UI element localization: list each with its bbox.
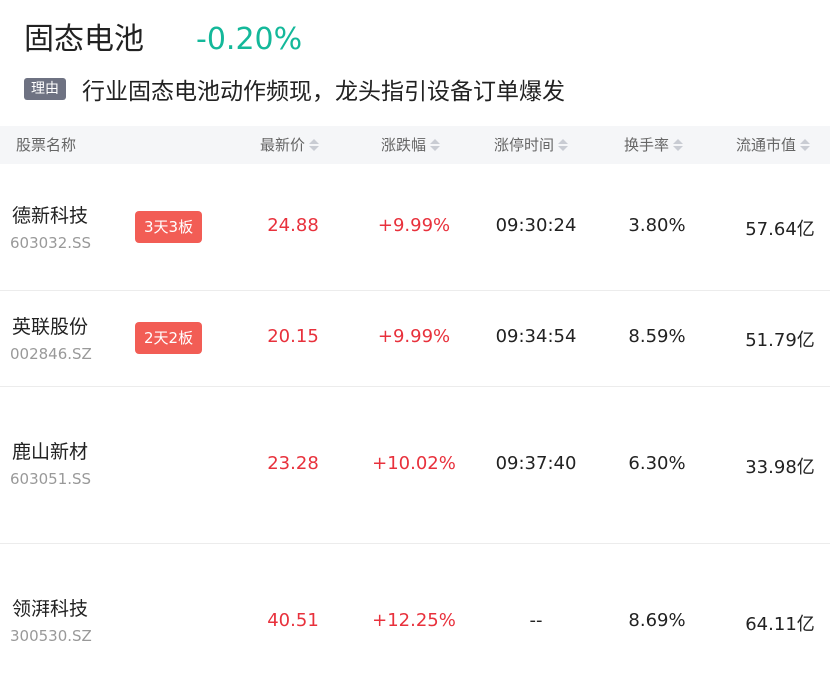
sort-icon[interactable] (558, 139, 569, 151)
latest-price: 24.88 (267, 215, 319, 236)
turnover-rate: 6.30% (628, 453, 686, 474)
stock-name: 鹿山新材 (12, 441, 89, 463)
stock-name: 英联股份 (12, 316, 89, 338)
column-header-name: 股票名称 (16, 136, 77, 154)
limit-streak-badge: 3天3板 (135, 211, 203, 243)
stock-code: 002846.SZ (10, 345, 92, 363)
turnover-rate: 3.80% (628, 215, 686, 236)
sort-icon[interactable] (430, 139, 441, 151)
sort-icon[interactable] (673, 139, 684, 151)
limit-up-time: 09:37:40 (495, 453, 577, 474)
turnover-rate: 8.59% (628, 326, 686, 347)
price-change: +10.02% (372, 453, 456, 474)
stock-name: 领湃科技 (12, 598, 89, 620)
sector-name[interactable]: 固态电池 (24, 14, 144, 58)
latest-price: 40.51 (267, 610, 319, 631)
sort-icon[interactable] (309, 139, 320, 151)
float-market-cap: 57.64亿 (745, 219, 815, 240)
reason-badge: 理由 (24, 78, 66, 100)
float-market-cap: 64.11亿 (745, 614, 815, 635)
limit-up-time: 09:34:54 (495, 326, 577, 347)
limit-streak-badge: 2天2板 (135, 322, 203, 354)
price-change: +9.99% (377, 215, 451, 236)
limit-up-time: 09:30:24 (495, 215, 577, 236)
stock-name: 德新科技 (12, 205, 89, 227)
stock-code: 603051.SS (10, 470, 92, 488)
float-market-cap: 51.79亿 (745, 330, 815, 351)
table-row[interactable]: 鹿山新材 603051.SS 23.28 +10.02% 09:37:40 6.… (0, 387, 830, 544)
column-header-limit-time[interactable]: 涨停时间 (494, 126, 569, 164)
table-row[interactable]: 德新科技 603032.SS 3天3板 24.88 +9.99% 09:30:2… (0, 164, 830, 291)
sector-header: 固态电池 -0.20% (24, 14, 302, 58)
sector-limit-up-page: 固态电池 -0.20% 理由 行业固态电池动作频现，龙头指引设备订单爆发 股票名… (0, 0, 830, 686)
reason-line: 理由 行业固态电池动作频现，龙头指引设备订单爆发 (24, 72, 565, 106)
table-header: 股票名称 最新价 涨跌幅 涨停时间 换手率 流通市值 (0, 126, 830, 164)
sector-change: -0.20% (196, 22, 303, 57)
latest-price: 23.28 (267, 453, 319, 474)
price-change: +9.99% (377, 326, 451, 347)
price-change: +12.25% (372, 610, 456, 631)
stock-code: 603032.SS (10, 234, 92, 252)
table-row[interactable]: 英联股份 002846.SZ 2天2板 20.15 +9.99% 09:34:5… (0, 291, 830, 387)
column-header-turnover[interactable]: 换手率 (624, 126, 684, 164)
stock-code: 300530.SZ (10, 627, 92, 645)
turnover-rate: 8.69% (628, 610, 686, 631)
sort-icon[interactable] (800, 139, 811, 151)
column-header-price[interactable]: 最新价 (260, 126, 320, 164)
column-header-change[interactable]: 涨跌幅 (381, 126, 441, 164)
latest-price: 20.15 (267, 326, 319, 347)
float-market-cap: 33.98亿 (745, 457, 815, 478)
column-header-float-cap[interactable]: 流通市值 (736, 126, 811, 164)
limit-up-time: -- (529, 610, 543, 631)
reason-text: 行业固态电池动作频现，龙头指引设备订单爆发 (82, 79, 565, 105)
table-row[interactable]: 领湃科技 300530.SZ 40.51 +12.25% -- 8.69% 64… (0, 544, 830, 686)
